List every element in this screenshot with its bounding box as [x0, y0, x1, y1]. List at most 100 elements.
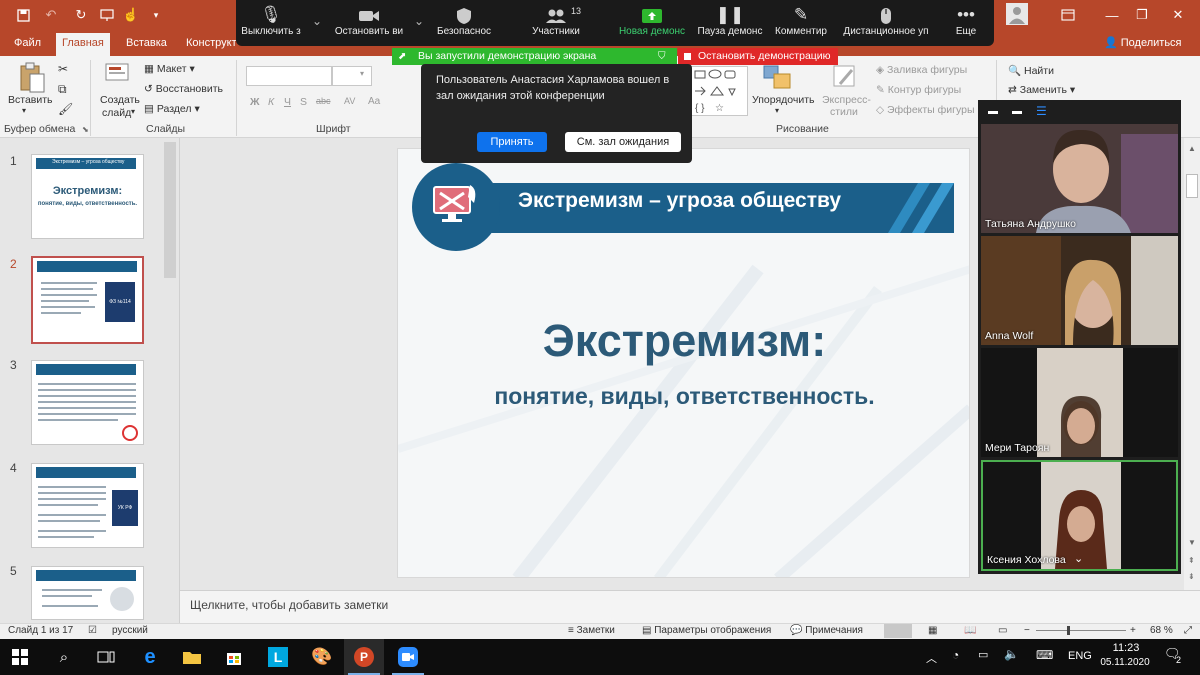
slide-thumbnail-1[interactable]: Экстремизм – угроза обществу Экстремизм:…	[31, 154, 144, 239]
slide-thumbnail-3[interactable]	[31, 360, 144, 445]
new-slide-label2[interactable]: слайд	[102, 107, 131, 119]
new-slide-arrow-icon[interactable]: ▾	[131, 107, 135, 116]
reset-button[interactable]: ↺ Восстановить	[144, 83, 223, 95]
bold-button[interactable]: Ж	[250, 96, 260, 108]
touch-mode-icon[interactable]: ☝	[120, 0, 142, 30]
slide-sorter-icon[interactable]: ▦	[928, 625, 937, 636]
view-waiting-room-button[interactable]: См. зал ожидания	[565, 132, 681, 152]
change-case-button[interactable]: Aa	[368, 96, 380, 107]
quick-styles-label2[interactable]: стили	[830, 106, 858, 118]
ribbon-display-options-icon[interactable]	[1046, 0, 1090, 30]
shape-effects-button[interactable]: ◇ Эффекты фигуры	[876, 104, 975, 116]
slideshow-view-icon[interactable]: ▭	[998, 625, 1007, 636]
user-avatar[interactable]	[1006, 3, 1028, 25]
app-l-icon[interactable]: L	[258, 639, 298, 675]
pause-share-button[interactable]: ❚❚ Пауза демонс	[694, 2, 766, 44]
participant-tile[interactable]: Мери Тароян	[981, 348, 1178, 457]
fit-slide-icon[interactable]: ⤢	[1184, 625, 1192, 636]
new-slide-label[interactable]: Создать	[100, 94, 140, 106]
new-share-button[interactable]: Новая демонс	[616, 2, 688, 44]
tab-design[interactable]: Конструкт	[180, 33, 243, 56]
admit-button[interactable]: Принять	[477, 132, 547, 152]
quick-styles-label[interactable]: Экспресс-	[822, 94, 871, 106]
battery-icon[interactable]: ▭	[978, 648, 988, 661]
participant-tile[interactable]: Anna Wolf	[981, 236, 1178, 345]
single-view-icon[interactable]: ▬	[1012, 106, 1022, 117]
notes-toggle-button[interactable]: ≡ Заметки	[568, 625, 615, 636]
video-options-chevron-icon[interactable]: ⌄	[414, 14, 424, 28]
arrange-label[interactable]: Упорядочить	[752, 94, 814, 106]
quick-styles-icon[interactable]	[830, 62, 860, 92]
font-name-field[interactable]	[246, 66, 332, 86]
comments-button[interactable]: 💬 Примечания	[790, 625, 863, 636]
network-icon[interactable]: ◔	[952, 648, 959, 662]
save-icon[interactable]	[12, 0, 34, 30]
layout-button[interactable]: ▦ Макет ▾	[144, 63, 195, 75]
file-explorer-icon[interactable]	[172, 639, 212, 675]
presentation-start-icon[interactable]	[96, 0, 118, 30]
powerpoint-icon[interactable]: P	[344, 639, 384, 675]
tab-file[interactable]: Файл	[8, 33, 47, 56]
new-slide-icon[interactable]	[104, 62, 130, 92]
clock-date[interactable]: 05.11.2020	[1096, 657, 1154, 668]
annotate-button[interactable]: ✎ Комментир	[770, 2, 832, 44]
customize-qat-icon[interactable]: ▾	[145, 0, 167, 30]
slide-thumbnail-2[interactable]: ФЗ №114	[31, 256, 144, 344]
cut-icon[interactable]: ✂	[58, 62, 68, 76]
expand-gallery-icon[interactable]: ⌄	[1074, 552, 1083, 565]
more-button[interactable]: ••• Еще	[944, 2, 988, 44]
shape-outline-button[interactable]: ✎ Контур фигуры	[876, 84, 961, 96]
keyboard-icon[interactable]: ⌨	[1036, 648, 1053, 662]
zoom-slider-track[interactable]	[1036, 630, 1126, 631]
spellcheck-icon[interactable]: ☑	[88, 625, 97, 636]
font-size-arrow-icon[interactable]: ▾	[360, 69, 364, 78]
section-button[interactable]: ▤ Раздел ▾	[144, 103, 200, 115]
underline-button[interactable]: Ч	[284, 96, 291, 108]
reading-view-icon[interactable]: 📖	[964, 625, 976, 636]
scroll-up-icon[interactable]: ▲	[1188, 144, 1196, 153]
search-icon[interactable]: ⌕	[44, 639, 84, 675]
font-size-field[interactable]	[332, 66, 372, 86]
paste-icon[interactable]	[18, 62, 46, 94]
input-language[interactable]: ENG	[1068, 650, 1092, 662]
arrange-arrow-icon[interactable]: ▾	[775, 106, 779, 115]
mute-button[interactable]: 🎙 Выключить з	[238, 2, 304, 44]
clock-time[interactable]: 11:23	[1100, 642, 1152, 654]
participant-tile[interactable]: Татьяна Андрушко	[981, 124, 1178, 233]
remote-control-button[interactable]: Дистанционное уп	[838, 2, 934, 44]
task-view-icon[interactable]	[86, 639, 126, 675]
arrange-icon[interactable]	[760, 62, 796, 92]
language-status[interactable]: русский	[112, 625, 148, 636]
char-spacing-button[interactable]: AV	[344, 96, 355, 106]
slide-thumbnail-5[interactable]	[31, 566, 144, 620]
stop-video-button[interactable]: Остановить ви	[332, 2, 406, 44]
edge-browser-icon[interactable]: e	[130, 639, 170, 675]
italic-button[interactable]: К	[268, 96, 274, 108]
shadow-button[interactable]: S	[300, 96, 307, 108]
tab-home[interactable]: Главная	[56, 33, 110, 56]
format-painter-icon[interactable]: 🖌	[58, 102, 73, 116]
stop-share-button[interactable]: Остановить демонстрацию	[678, 48, 838, 65]
strikethrough-button[interactable]: abc	[316, 96, 331, 106]
previous-slide-icon[interactable]: ⇞	[1188, 556, 1195, 565]
close-icon[interactable]: ✕	[1156, 0, 1200, 30]
repeat-icon[interactable]: ↻	[70, 0, 92, 30]
zoom-level[interactable]: 68 %	[1150, 625, 1173, 636]
normal-view-icon[interactable]	[884, 624, 912, 638]
audio-options-chevron-icon[interactable]: ⌄	[312, 14, 322, 28]
slide-thumbnail-4[interactable]: УК РФ	[31, 463, 144, 548]
minimize-gallery-icon[interactable]: ▬	[988, 106, 998, 117]
show-hidden-icons-icon[interactable]: ︿	[926, 650, 937, 666]
find-button[interactable]: 🔍 Найти	[1008, 64, 1054, 77]
shape-fill-button[interactable]: ◈ Заливка фигуры	[876, 64, 967, 76]
scroll-down-icon[interactable]: ▼	[1188, 538, 1196, 547]
participants-button[interactable]: Участники	[520, 2, 592, 44]
replace-button[interactable]: ⇄ Заменить ▾	[1008, 84, 1075, 96]
share-button[interactable]: 👤 Поделиться	[1104, 36, 1182, 49]
zoom-app-icon[interactable]	[388, 639, 428, 675]
paste-arrow-icon[interactable]: ▾	[22, 106, 26, 115]
undo-icon[interactable]: ↶	[40, 0, 62, 30]
paint-icon[interactable]: 🎨	[302, 639, 342, 675]
gallery-view-icon[interactable]: ☰	[1036, 104, 1047, 118]
clipboard-launcher-icon[interactable]: ⬊	[82, 125, 89, 134]
